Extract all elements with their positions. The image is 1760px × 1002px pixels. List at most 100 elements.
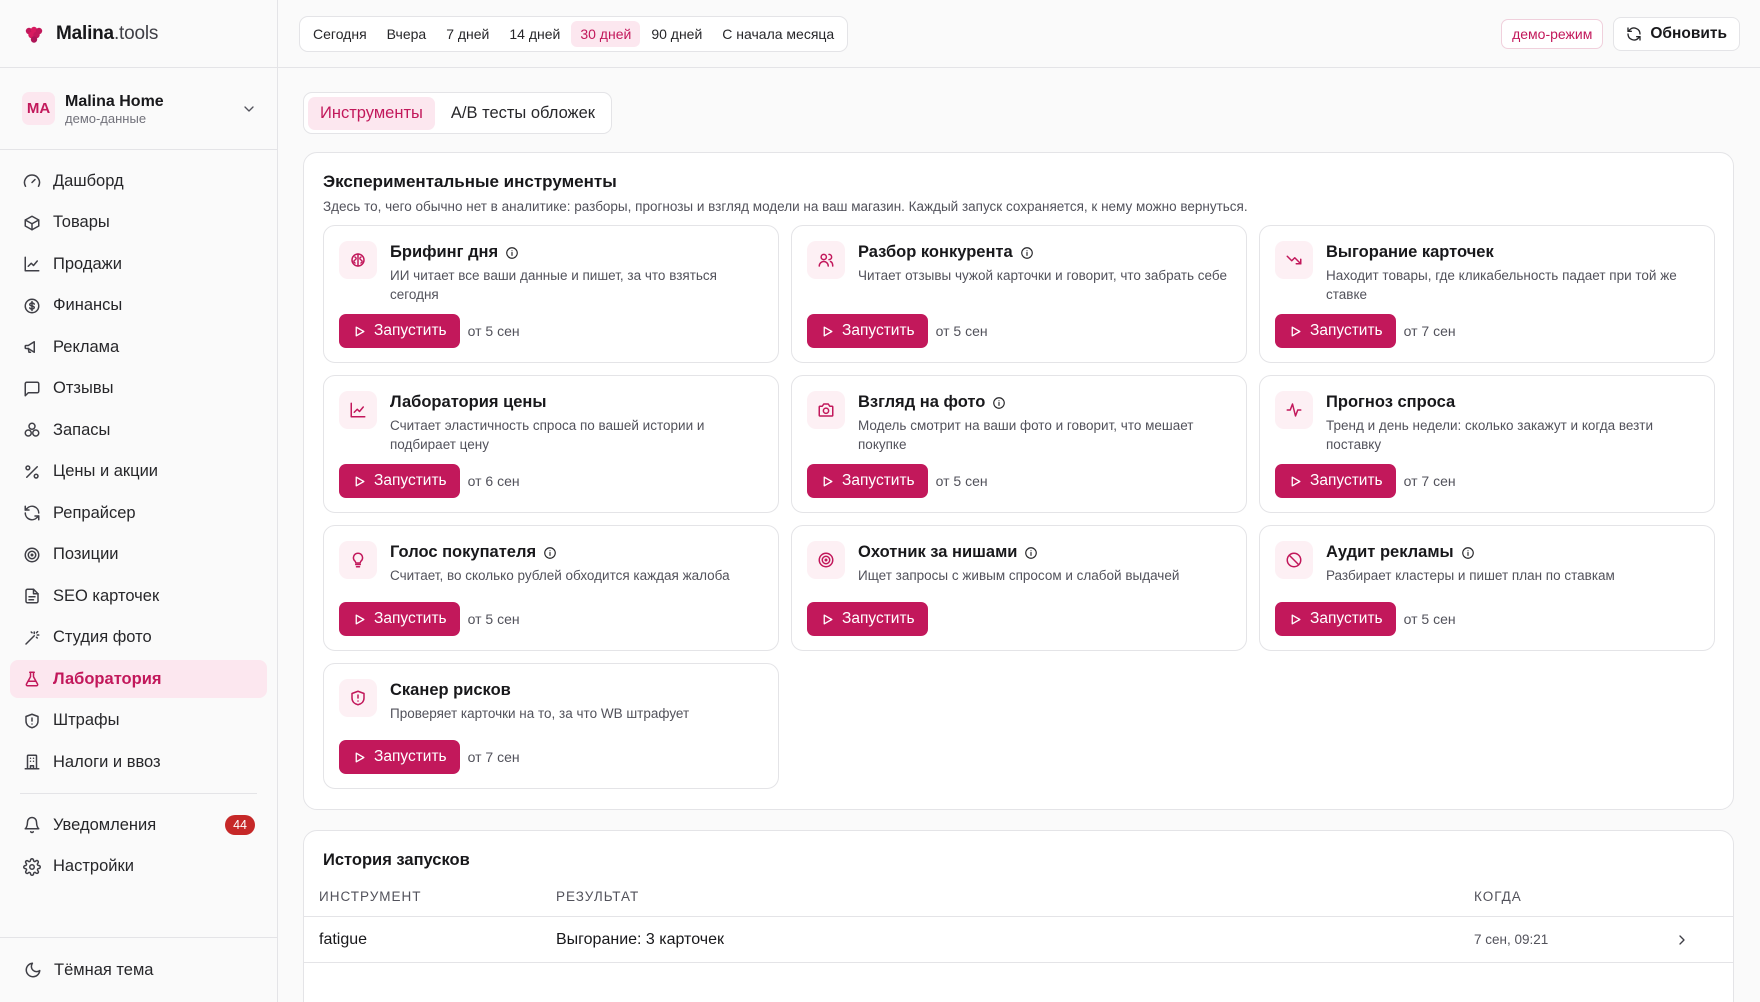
column-header-tool: ИНСТРУМЕНТ [319, 889, 422, 904]
tool-price: от 5 сен [467, 323, 520, 339]
period-month-to-date[interactable]: С начала месяца [713, 21, 843, 47]
sidebar-item-sales[interactable]: Продажи [10, 245, 267, 283]
tool-description: ИИ читает все ваши данные и пишет, за чт… [390, 268, 717, 302]
info-icon[interactable] [992, 396, 1006, 410]
sidebar-item-label: Позиции [53, 545, 119, 563]
run-button[interactable]: Запустить [1275, 602, 1396, 636]
tool-description: Находит товары, где кликабельность падае… [1326, 268, 1677, 302]
activity-icon [1286, 403, 1302, 417]
period-today[interactable]: Сегодня [304, 21, 376, 47]
period-yesterday[interactable]: Вчера [378, 21, 436, 47]
tool-card-card-fatigue: Выгорание карточек Находит товары, где к… [1259, 225, 1715, 363]
sidebar-item-repricer[interactable]: Репрайсер [10, 494, 267, 532]
sidebar-item-lab[interactable]: Лаборатория [10, 660, 267, 698]
sidebar-item-finance[interactable]: Финансы [10, 287, 267, 325]
tool-card-daily-briefing: Брифинг дня ИИ читает все ваши данные и … [323, 225, 779, 363]
run-button[interactable]: Запустить [339, 314, 460, 348]
period-14-days[interactable]: 14 дней [500, 21, 569, 47]
percent-icon [25, 464, 39, 479]
tool-description: Разбирает кластеры и пишет план по ставк… [1326, 568, 1615, 583]
megaphone-icon [24, 341, 35, 353]
sidebar-item-reviews[interactable]: Отзывы [10, 370, 267, 408]
sidebar-item-taxes[interactable]: Налоги и ввоз [10, 743, 267, 781]
sidebar-item-label: Отзывы [53, 379, 114, 397]
sidebar-item-dashboard[interactable]: Дашборд [10, 162, 267, 200]
run-button[interactable]: Запустить [807, 602, 928, 636]
period-30-days[interactable]: 30 дней [571, 20, 641, 47]
run-button[interactable]: Запустить [339, 740, 460, 774]
tool-description: Модель смотрит на ваши фото и говорит, ч… [858, 418, 1194, 452]
notifications-count-badge: 44 [225, 815, 255, 835]
run-button[interactable]: Запустить [1275, 464, 1396, 498]
refresh-icon [1627, 26, 1642, 41]
tab-tools[interactable]: Инструменты [308, 96, 435, 130]
run-button[interactable]: Запустить [807, 314, 928, 348]
run-button[interactable]: Запустить [807, 464, 928, 498]
tool-title: Голос покупателя [390, 543, 537, 561]
info-icon[interactable] [543, 546, 557, 560]
sidebar-item-label: Репрайсер [53, 503, 136, 522]
run-button[interactable]: Запустить [1275, 314, 1396, 348]
tab-ab-tests[interactable]: A/B тесты обложек [439, 97, 607, 130]
tools-panel: Экспериментальные инструменты Здесь то, … [303, 152, 1734, 810]
info-icon[interactable] [1024, 546, 1038, 560]
tool-title: Выгорание карточек [1326, 243, 1494, 261]
wand-icon [25, 630, 40, 645]
refresh-button[interactable]: Обновить [1613, 16, 1740, 51]
boxes-icon [24, 422, 40, 437]
play-icon [355, 614, 365, 624]
dark-theme-toggle[interactable]: Тёмная тема [0, 937, 277, 1002]
brand[interactable]: Malina.tools [0, 0, 277, 68]
run-button[interactable]: Запустить [339, 464, 460, 498]
info-icon[interactable] [1461, 546, 1475, 560]
tool-card-price-lab: Лаборатория цены Считает эластичность сп… [323, 375, 779, 513]
run-button[interactable]: Запустить [339, 602, 460, 636]
target-icon [24, 547, 40, 562]
tool-card-ads-audit: Аудит рекламы Разбирает кластеры и пишет… [1259, 525, 1715, 651]
sidebar-item-label: Лаборатория [53, 669, 162, 688]
tool-price: от 5 сен [1403, 611, 1456, 627]
workspace-avatar: MA [22, 92, 55, 125]
camera-icon [818, 403, 834, 417]
workspace-switcher[interactable]: MA Malina Home демо-данные [0, 68, 277, 150]
table-row[interactable]: fatigue Выгорание: 3 карточек 7 сен, 09:… [304, 917, 1733, 963]
tool-description: Читает отзывы чужой карточки и говорит, … [858, 268, 1227, 283]
refresh-label: Обновить [1650, 24, 1727, 42]
sidebar-item-stock[interactable]: Запасы [10, 411, 267, 449]
period-selector: Сегодня Вчера 7 дней 14 дней 30 дней 90 … [299, 15, 849, 52]
sidebar: Malina.tools MA Malina Home демо-данные … [0, 0, 278, 1002]
raspberry-logo-icon [25, 26, 43, 43]
coin-icon [24, 298, 40, 313]
sidebar-item-label: Студия фото [53, 628, 152, 646]
play-icon [1291, 326, 1301, 336]
sidebar-item-label: Запасы [53, 420, 111, 439]
tool-title: Охотник за нишами [858, 543, 1018, 561]
sidebar-item-positions[interactable]: Позиции [10, 536, 267, 574]
sidebar-item-products[interactable]: Товары [10, 204, 267, 242]
chevron-down-icon [244, 105, 254, 112]
refresh-icon [24, 505, 40, 521]
period-90-days[interactable]: 90 дней [642, 21, 711, 47]
shield-alert-icon [351, 690, 365, 706]
sidebar-item-notifications[interactable]: Уведомления 44 [10, 806, 267, 844]
tool-description: Тренд и день недели: сколько закажут и к… [1326, 418, 1654, 452]
workspace-subtitle: демо-данные [65, 110, 147, 126]
info-icon[interactable] [1020, 246, 1034, 260]
sidebar-item-prices[interactable]: Цены и акции [10, 453, 267, 491]
tool-price: от 7 сен [1403, 323, 1456, 339]
sidebar-item-seo[interactable]: SEO карточек [10, 577, 267, 615]
sidebar-item-fines[interactable]: Штрафы [10, 702, 267, 740]
sidebar-item-photo-studio[interactable]: Студия фото [10, 619, 267, 657]
tool-title: Брифинг дня [390, 243, 499, 261]
info-icon[interactable] [505, 246, 519, 260]
sidebar-item-label: Настройки [53, 857, 134, 875]
gear-icon [23, 857, 41, 876]
column-header-result: РЕЗУЛЬТАТ [556, 889, 640, 904]
sidebar-item-ads[interactable]: Реклама [10, 328, 267, 366]
play-icon [823, 326, 833, 336]
period-7-days[interactable]: 7 дней [437, 21, 498, 47]
sidebar-item-settings[interactable]: Настройки [10, 848, 267, 886]
tool-description: Считает, во сколько рублей обходится каж… [390, 568, 730, 583]
brand-name: Malina.tools [56, 22, 159, 44]
tool-title: Взгляд на фото [858, 393, 986, 411]
